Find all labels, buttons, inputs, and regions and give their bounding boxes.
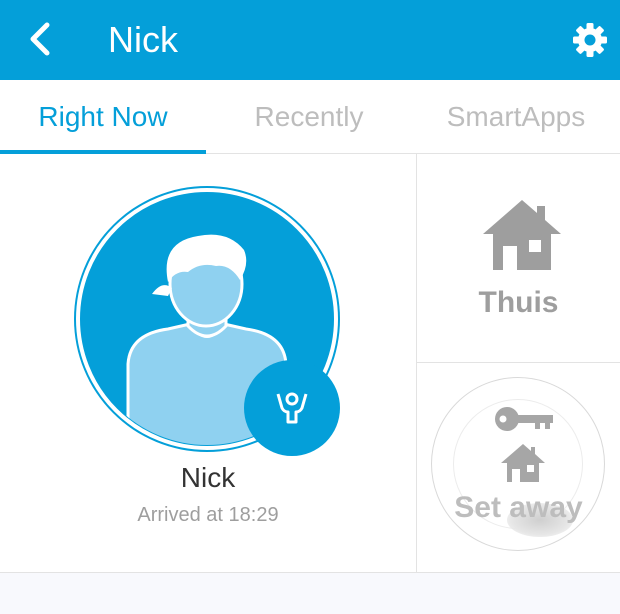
footer-bar bbox=[0, 572, 620, 614]
person-tile[interactable]: Nick Arrived at 18:29 bbox=[0, 154, 416, 572]
content-area: Nick Arrived at 18:29 Thuis Set away bbox=[0, 154, 620, 572]
present-person-icon bbox=[276, 392, 308, 424]
gear-icon bbox=[573, 23, 607, 57]
mode-label: Thuis bbox=[478, 286, 559, 319]
key-icon bbox=[495, 407, 553, 431]
tab-bar: Right Now Recently SmartApps bbox=[0, 80, 620, 154]
tab-right-now[interactable]: Right Now bbox=[0, 80, 206, 154]
house-icon bbox=[501, 444, 545, 482]
person-name: Nick bbox=[180, 462, 236, 493]
settings-button[interactable] bbox=[566, 16, 614, 64]
tab-recently[interactable]: Recently bbox=[206, 80, 412, 154]
mode-tile[interactable]: Thuis bbox=[417, 154, 620, 362]
app-bar: Nick bbox=[0, 0, 620, 80]
person-status: Arrived at 18:29 bbox=[137, 504, 279, 526]
set-away-routine-tile[interactable]: Set away bbox=[417, 363, 620, 572]
back-button[interactable] bbox=[18, 14, 62, 64]
house-icon bbox=[483, 200, 561, 270]
tab-smartapps[interactable]: SmartApps bbox=[412, 80, 620, 154]
page-title: Nick bbox=[108, 19, 178, 60]
routine-label: Set away bbox=[454, 491, 583, 524]
chevron-left-icon bbox=[30, 22, 50, 56]
presence-badge bbox=[244, 360, 340, 456]
